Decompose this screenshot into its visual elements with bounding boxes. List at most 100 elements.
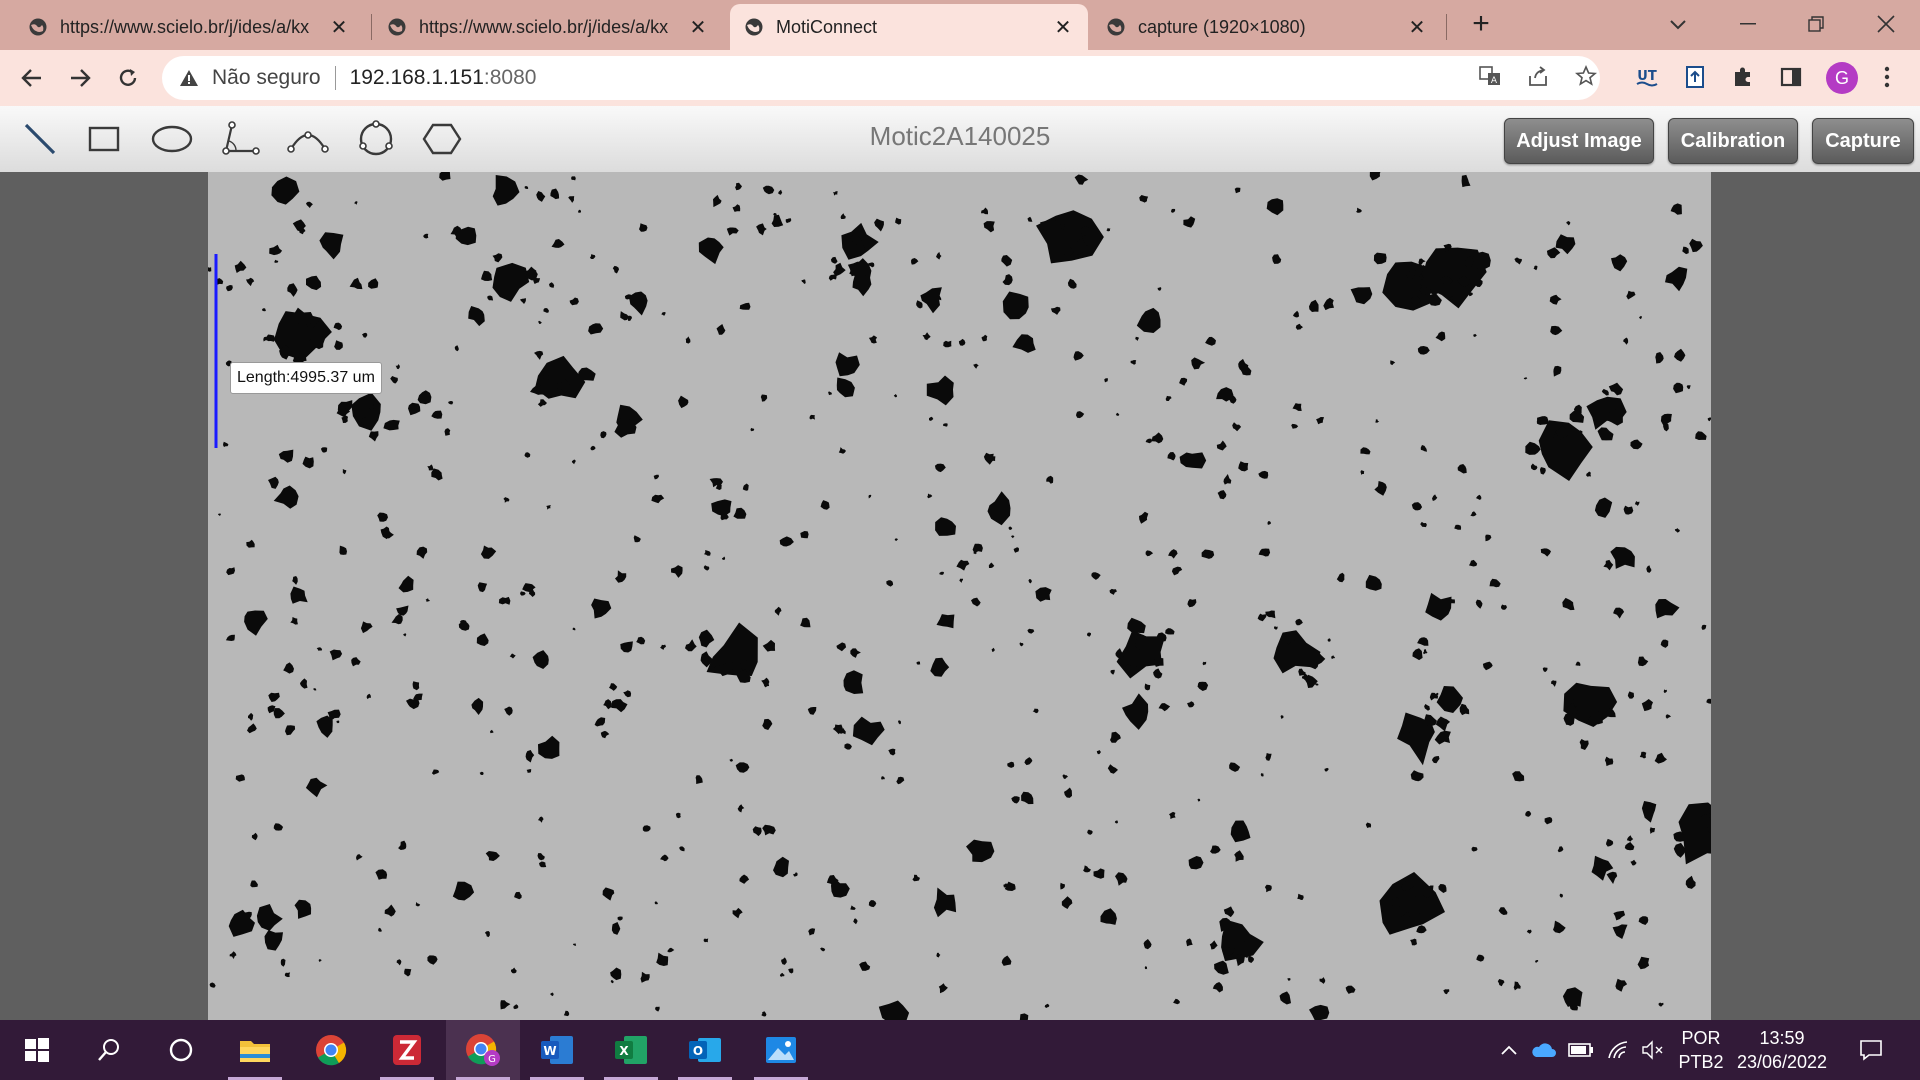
security-status-text[interactable]: Não seguro [212,66,321,90]
minimize-window-icon[interactable] [1728,8,1768,40]
volume-muted-icon[interactable] [1640,1038,1666,1062]
particle [793,872,798,877]
show-hidden-icons-chevron-icon[interactable] [1496,1038,1522,1062]
bookmark-star-icon[interactable] [1572,62,1600,90]
particle [287,283,298,297]
wifi-icon[interactable] [1606,1038,1632,1062]
tab-scielo-2[interactable]: https://www.scielo.br/j/ides/a/kx ✕ [373,4,723,50]
language-indicator[interactable]: POR PTB2 [1670,1026,1732,1074]
particle [284,972,291,978]
particle [1470,511,1477,517]
restore-window-icon[interactable] [1796,8,1836,40]
microscope-live-image[interactable]: Length:4995.37 um [208,172,1711,1020]
side-panel-icon[interactable] [1776,62,1806,92]
tab-search-chevron-icon[interactable] [1658,8,1698,40]
particle [739,302,751,310]
tab-capture[interactable]: capture (1920×1080) ✕ [1092,4,1442,50]
particle [452,881,475,901]
particle [1232,422,1242,432]
particle [735,182,742,191]
adjust-image-button[interactable]: Adjust Image [1504,118,1654,164]
photos-icon[interactable] [744,1020,818,1080]
particle [306,201,313,208]
chrome-menu-icon[interactable] [1872,62,1902,92]
reload-icon[interactable] [110,60,146,96]
share-icon[interactable] [1524,62,1552,90]
search-icon[interactable] [72,1020,146,1080]
particle [292,576,298,585]
particle [274,259,279,263]
onedrive-icon[interactable] [1530,1038,1556,1062]
excel-icon[interactable]: X [594,1020,668,1080]
particle [492,175,520,206]
particle [685,336,691,344]
particle [1356,207,1362,213]
address-bar[interactable]: Não seguro 192.168.1.151:8080 [162,56,1600,100]
clock[interactable]: 13:59 23/06/2022 [1730,1026,1834,1074]
particle [1475,599,1483,609]
zotero-icon[interactable] [370,1020,444,1080]
measurement-line[interactable] [208,172,228,1020]
battery-icon[interactable] [1568,1038,1594,1062]
particle [316,647,323,651]
particle [1061,896,1073,909]
particle [679,846,685,852]
back-arrow-icon[interactable] [14,60,50,96]
particle [1087,632,1091,637]
particle [781,957,787,965]
extension-ut-icon[interactable]: UT [1632,62,1662,92]
particle [929,416,934,421]
particle [391,614,403,625]
particle [1637,956,1650,970]
word-icon[interactable]: W [520,1020,594,1080]
particle [742,483,749,491]
particle [261,308,266,312]
tab-scielo-1[interactable]: https://www.scielo.br/j/ides/a/kx ✕ [14,4,364,50]
particle [1546,247,1561,259]
particle [1214,960,1229,975]
notifications-icon[interactable] [1858,1038,1884,1062]
particle [484,931,490,938]
chrome-icon[interactable] [294,1020,368,1080]
particle [1525,810,1532,817]
translate-icon[interactable]: A [1476,62,1504,90]
particle [290,586,308,604]
particle [807,707,817,715]
calibration-button[interactable]: Calibration [1668,118,1798,164]
profile-avatar[interactable]: G [1826,62,1858,94]
particle [413,693,423,701]
particle [698,237,724,265]
close-tab-icon[interactable]: ✕ [1406,15,1428,40]
file-explorer-icon[interactable] [218,1020,292,1080]
extension-upload-icon[interactable] [1680,62,1710,92]
particle [1201,549,1215,559]
particle [713,194,722,208]
url-text[interactable]: 192.168.1.151:8080 [350,66,537,90]
close-window-icon[interactable] [1866,8,1906,40]
particle [1658,1002,1664,1007]
particle [1471,846,1478,852]
particle [1012,334,1036,353]
particle [1424,714,1437,727]
close-tab-icon[interactable]: ✕ [687,15,709,40]
particle [302,456,314,469]
particle [859,961,871,971]
close-tab-icon[interactable]: ✕ [328,15,350,40]
particle [916,300,923,309]
close-tab-icon[interactable]: ✕ [1052,15,1074,40]
capture-button[interactable]: Capture [1812,118,1914,164]
particle [762,824,776,836]
chrome-profile-icon[interactable]: G [446,1020,520,1080]
particle [922,332,931,341]
tab-moticonnect[interactable]: MotiConnect ✕ [730,4,1088,50]
particle [938,983,948,994]
extensions-puzzle-icon[interactable] [1728,62,1758,92]
particle [1350,287,1373,305]
windows-start-icon[interactable] [0,1020,74,1080]
cortana-icon[interactable] [144,1020,218,1080]
new-tab-button[interactable]: + [1461,7,1501,40]
outlook-icon[interactable]: O [668,1020,742,1080]
particle [1525,441,1541,455]
forward-arrow-icon[interactable] [62,60,98,96]
particle [273,708,285,719]
